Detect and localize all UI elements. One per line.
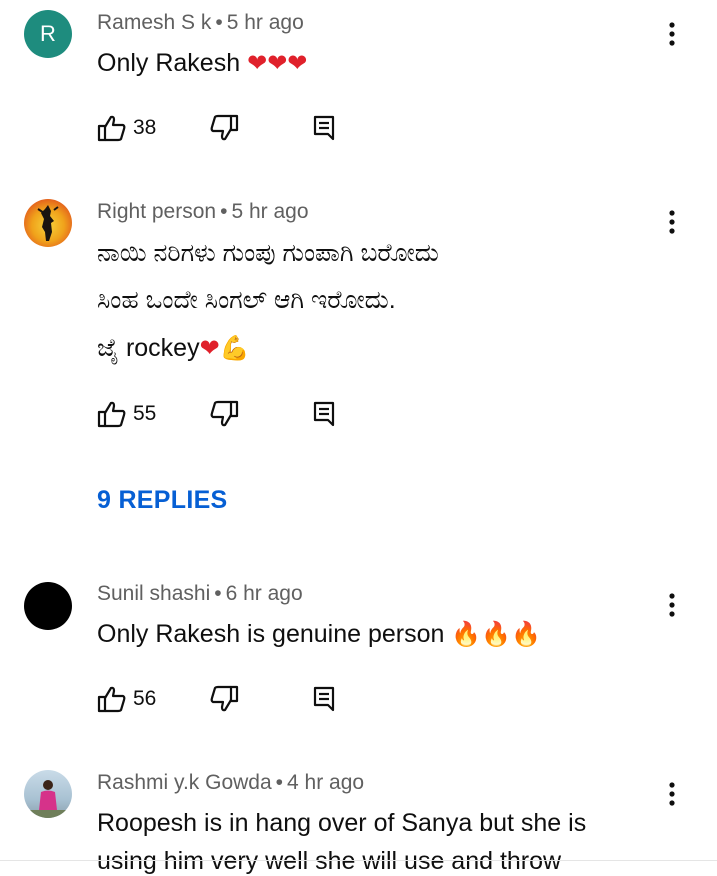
silhouette-avatar-icon [37, 205, 59, 241]
like-button[interactable]: 55 [97, 394, 156, 434]
timestamp: 4 hr ago [287, 771, 365, 794]
thumbs-down-icon [210, 114, 239, 141]
thumbs-up-icon [97, 686, 126, 713]
heart-emoji: ❤❤❤ [247, 50, 308, 77]
thumbs-down-icon [210, 400, 239, 427]
timestamp: 5 hr ago [231, 200, 309, 223]
comment-text-line: using him very well she will use and thr… [97, 847, 562, 875]
more-vert-icon [669, 210, 675, 234]
avatar[interactable] [24, 770, 72, 818]
like-count: 56 [133, 687, 157, 710]
reply-comment-icon [313, 686, 335, 712]
comment-meta: Rashmi y.k Gowda • 4 hr ago [97, 771, 365, 794]
comment-text-line: ಸಿಂಹ ಒಂದೇ ಸಿಂಗಲ್ ಆಗಿ ಇರೋದು. [97, 286, 396, 314]
more-options-button[interactable] [660, 585, 684, 625]
heart-muscle-emoji: ❤💪 [199, 335, 250, 362]
more-options-button[interactable] [660, 774, 684, 814]
thumbs-down-icon [210, 685, 239, 712]
timestamp: 5 hr ago [226, 11, 304, 34]
comment-text-line: Roopesh is in hang over of Sanya but she… [97, 809, 587, 837]
comment-meta: Right person • 5 hr ago [97, 200, 309, 223]
like-count: 55 [133, 402, 157, 425]
photo-avatar-icon [24, 780, 72, 818]
comment-text-line: ಜೈ rockey❤💪 [97, 334, 250, 362]
comment-actions: 38 [97, 108, 357, 148]
author-name[interactable]: Rashmi y.k Gowda [97, 771, 272, 794]
comment-actions: 55 [97, 394, 357, 434]
dislike-button[interactable] [209, 679, 239, 719]
avatar[interactable] [24, 199, 72, 247]
dislike-button[interactable] [209, 394, 239, 434]
like-count: 38 [133, 116, 157, 139]
comment-text: Only Rakesh ❤❤❤ [97, 49, 308, 77]
more-vert-icon [669, 782, 675, 806]
comment-text: Only Rakesh is genuine person 🔥🔥🔥 [97, 620, 542, 648]
reply-button[interactable] [313, 679, 335, 719]
author-name[interactable]: Ramesh S k [97, 11, 211, 34]
more-vert-icon [669, 22, 675, 46]
timestamp: 6 hr ago [225, 582, 303, 605]
comment-text-line: ನಾಯಿ ನರಿಗಳು ಗುಂಪು ಗುಂಪಾಗಿ ಬರೋದು [97, 239, 439, 267]
more-vert-icon [669, 593, 675, 617]
comment-meta: Sunil shashi • 6 hr ago [97, 582, 303, 605]
more-options-button[interactable] [660, 202, 684, 242]
avatar[interactable] [24, 582, 72, 630]
like-button[interactable]: 56 [97, 679, 156, 719]
avatar-letter: R [40, 21, 56, 46]
reply-comment-icon [313, 401, 335, 427]
thumbs-up-icon [97, 115, 126, 142]
reply-button[interactable] [313, 108, 335, 148]
dislike-button[interactable] [209, 108, 239, 148]
comment-actions: 56 [97, 679, 357, 719]
like-button[interactable]: 38 [97, 108, 156, 148]
fire-emoji: 🔥🔥🔥 [451, 621, 542, 648]
avatar[interactable]: R [24, 10, 72, 58]
author-name[interactable]: Right person [97, 200, 216, 223]
reply-button[interactable] [313, 394, 335, 434]
view-replies-button[interactable]: 9 REPLIES [97, 486, 228, 515]
comment-meta: Ramesh S k • 5 hr ago [97, 11, 304, 34]
more-options-button[interactable] [660, 14, 684, 54]
reply-comment-icon [313, 115, 335, 141]
thumbs-up-icon [97, 401, 126, 428]
author-name[interactable]: Sunil shashi [97, 582, 210, 605]
